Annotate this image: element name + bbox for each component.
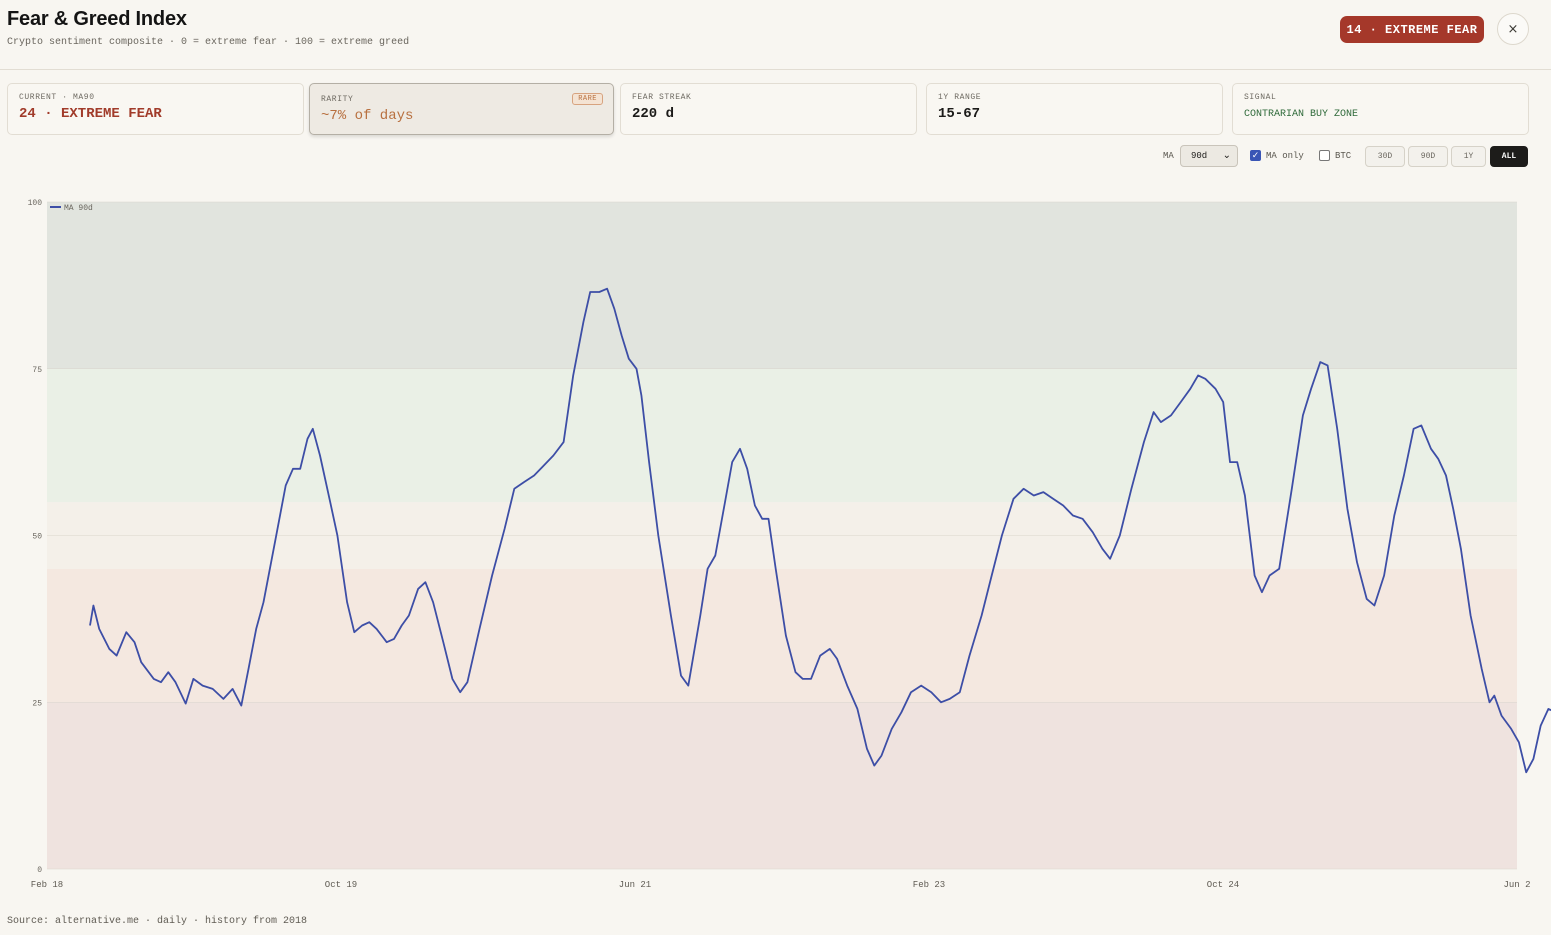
btc-label: BTC bbox=[1335, 150, 1352, 161]
rare-chip: RARE bbox=[572, 93, 603, 105]
card-label: SIGNAL bbox=[1244, 93, 1277, 102]
y-tick-label: 25 bbox=[32, 699, 42, 708]
chevron-down-icon: ⌄ bbox=[1222, 150, 1231, 161]
page-title: Fear & Greed Index bbox=[7, 8, 187, 30]
ma-select[interactable]: 90d ⌄ bbox=[1180, 145, 1238, 167]
footer-source: Source: alternative.me · daily · history… bbox=[7, 916, 308, 927]
zone-band-4 bbox=[47, 202, 1517, 369]
btc-checkbox[interactable]: BTC bbox=[1319, 150, 1351, 161]
card-current: CURRENT · MA90 24 · EXTREME FEAR bbox=[7, 83, 304, 135]
ma-only-checkbox[interactable]: ✓ MA only bbox=[1250, 150, 1304, 161]
card-label: FEAR STREAK bbox=[632, 93, 692, 102]
close-button[interactable]: × bbox=[1497, 13, 1529, 45]
zone-band-0 bbox=[47, 702, 1517, 869]
x-axis-ticks: Feb 18 Oct 19 Jun 21 Feb 23 Oct 24 Jun 2 bbox=[31, 880, 1531, 890]
range-button-all[interactable]: ALL bbox=[1490, 146, 1528, 167]
card-label: 1Y RANGE bbox=[938, 93, 982, 102]
x-tick-label: Jun 21 bbox=[619, 880, 651, 890]
ma-only-label: MA only bbox=[1266, 150, 1304, 161]
card-1y-range: 1Y RANGE 15-67 bbox=[926, 83, 1223, 135]
header: Fear & Greed Index Crypto sentiment comp… bbox=[0, 0, 1551, 70]
y-axis-ticks: 0 25 50 75 100 bbox=[28, 199, 43, 875]
card-value: ~7% of days bbox=[321, 108, 414, 124]
x-tick-label: Oct 19 bbox=[325, 880, 357, 890]
y-tick-label: 50 bbox=[32, 533, 42, 542]
range-button-90d[interactable]: 90D bbox=[1408, 146, 1448, 167]
page-subtitle: Crypto sentiment composite · 0 = extreme… bbox=[7, 37, 410, 48]
range-button-30d[interactable]: 30D bbox=[1365, 146, 1405, 167]
close-icon: × bbox=[1507, 21, 1519, 37]
zone-band-3 bbox=[47, 368, 1517, 503]
legend-label: MA 90d bbox=[64, 204, 93, 213]
fear-greed-chart[interactable]: 0 25 50 75 100 Feb 18 Oct 19 Jun 21 Feb 23 Oct 2… bbox=[0, 190, 1551, 900]
x-tick-label: Jun 2 bbox=[1503, 880, 1530, 890]
checkbox-unchecked-icon bbox=[1319, 150, 1330, 161]
card-label: CURRENT · MA90 bbox=[19, 93, 95, 102]
card-label: RARITY bbox=[321, 95, 354, 104]
ma-label: MA bbox=[1163, 151, 1174, 161]
y-tick-label: 100 bbox=[28, 199, 43, 208]
card-signal: SIGNAL CONTRARIAN BUY ZONE bbox=[1232, 83, 1529, 135]
x-tick-label: Feb 18 bbox=[31, 880, 63, 890]
zone-band-1 bbox=[47, 568, 1517, 703]
checkbox-checked-icon: ✓ bbox=[1250, 150, 1261, 161]
card-value: 15-67 bbox=[938, 106, 981, 122]
y-tick-label: 75 bbox=[32, 366, 42, 375]
card-value: 24 · EXTREME FEAR bbox=[19, 106, 162, 122]
status-badge: 14 · EXTREME FEAR bbox=[1340, 16, 1484, 43]
x-tick-label: Feb 23 bbox=[913, 880, 945, 890]
ma-select-value: 90d bbox=[1191, 151, 1208, 161]
card-value: CONTRARIAN BUY ZONE bbox=[1244, 109, 1359, 120]
card-value: 220 d bbox=[632, 106, 675, 122]
chart-controls: MA 90d ⌄ ✓ MA only BTC 30D 90D 1Y ALL bbox=[1160, 145, 1530, 167]
card-rarity[interactable]: RARITY ~7% of days RARE bbox=[309, 83, 614, 135]
card-fear-streak: FEAR STREAK 220 d bbox=[620, 83, 917, 135]
x-tick-label: Oct 24 bbox=[1207, 880, 1239, 890]
range-button-1y[interactable]: 1Y bbox=[1451, 146, 1486, 167]
y-tick-label: 0 bbox=[37, 866, 42, 875]
